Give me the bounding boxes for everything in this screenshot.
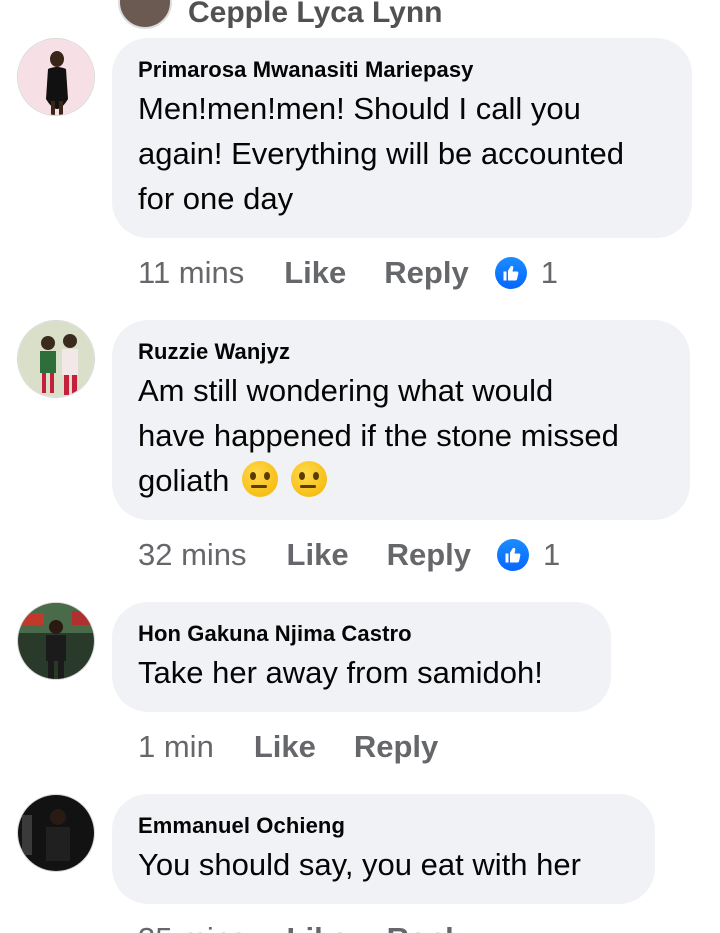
avatar-photo bbox=[18, 603, 94, 679]
comment-author[interactable]: Emmanuel Ochieng bbox=[138, 812, 629, 840]
comment-text-line: for one day bbox=[138, 181, 294, 216]
comment-text-line: Am still wondering what would bbox=[138, 373, 554, 408]
reaction-summary[interactable]: 1 bbox=[497, 537, 560, 573]
comment-text: Am still wondering what would have happe… bbox=[138, 368, 664, 503]
comment-thread: Cepple Lyca Lynn Primarosa Mwanasiti Mar… bbox=[0, 0, 720, 933]
comment-timestamp[interactable]: 35 mins bbox=[138, 921, 247, 933]
comment-author[interactable]: Primarosa Mwanasiti Mariepasy bbox=[138, 56, 666, 84]
avatar[interactable] bbox=[118, 0, 172, 29]
avatar-photo bbox=[18, 795, 94, 871]
comment-bubble[interactable]: Emmanuel Ochieng You should say, you eat… bbox=[112, 794, 655, 904]
comment-text-line: Take her away from samidoh! bbox=[138, 655, 543, 690]
reply-button[interactable]: Reply bbox=[384, 255, 468, 291]
comment-text: Take her away from samidoh! bbox=[138, 650, 585, 695]
avatar[interactable] bbox=[17, 602, 95, 680]
thumbs-up-icon bbox=[494, 257, 527, 289]
previous-comment-partial: Cepple Lyca Lynn bbox=[118, 0, 443, 30]
comment-actions: 11 mins Like Reply 1 bbox=[138, 253, 558, 293]
comment-text: You should say, you eat with her bbox=[138, 842, 629, 887]
like-button[interactable]: Like bbox=[254, 729, 316, 765]
comment-timestamp[interactable]: 11 mins bbox=[138, 255, 244, 291]
avatar-photo bbox=[18, 39, 94, 115]
comment-bubble[interactable]: Ruzzie Wanjyz Am still wondering what wo… bbox=[112, 320, 690, 520]
avatar[interactable] bbox=[17, 794, 95, 872]
comment-author[interactable]: Cepple Lyca Lynn bbox=[188, 0, 443, 30]
avatar[interactable] bbox=[17, 38, 95, 116]
reply-button[interactable]: Reply bbox=[387, 921, 471, 933]
avatar-photo bbox=[18, 321, 94, 397]
comment-actions: 35 mins Like Reply bbox=[138, 919, 471, 933]
comment-text-line: again! Everything will be accounted bbox=[138, 136, 624, 171]
comment-text-line: You should say, you eat with her bbox=[138, 847, 581, 882]
thinking-face-icon bbox=[290, 461, 327, 497]
comment-timestamp[interactable]: 1 min bbox=[138, 729, 214, 765]
comment-actions: 32 mins Like Reply 1 bbox=[138, 535, 560, 575]
comment-text-fragment: goliath bbox=[138, 463, 230, 498]
reply-button[interactable]: Reply bbox=[354, 729, 438, 765]
comment-text-line: have happened if the stone missed bbox=[138, 418, 619, 453]
avatar[interactable] bbox=[17, 320, 95, 398]
comment-author[interactable]: Hon Gakuna Njima Castro bbox=[138, 620, 585, 648]
thumbs-up-icon bbox=[497, 539, 529, 571]
comment-bubble[interactable]: Primarosa Mwanasiti Mariepasy Men!men!me… bbox=[112, 38, 692, 238]
thinking-face-icon bbox=[241, 461, 278, 497]
reaction-count: 1 bbox=[540, 255, 558, 290]
reply-button[interactable]: Reply bbox=[387, 537, 471, 573]
comment-author[interactable]: Ruzzie Wanjyz bbox=[138, 338, 664, 366]
like-button[interactable]: Like bbox=[284, 255, 346, 291]
comment-text: Men!men!men! Should I call you again! Ev… bbox=[138, 86, 666, 221]
comment-bubble[interactable]: Hon Gakuna Njima Castro Take her away fr… bbox=[112, 602, 611, 712]
reaction-summary[interactable]: 1 bbox=[494, 255, 558, 291]
comment-text-line: Men!men!men! Should I call you bbox=[138, 91, 581, 126]
comment-actions: 1 min Like Reply bbox=[138, 727, 438, 767]
comment-text-line: goliath bbox=[138, 458, 664, 503]
reaction-count: 1 bbox=[543, 537, 561, 572]
like-button[interactable]: Like bbox=[287, 537, 349, 573]
comment-timestamp[interactable]: 32 mins bbox=[138, 537, 247, 573]
like-button[interactable]: Like bbox=[287, 921, 349, 933]
